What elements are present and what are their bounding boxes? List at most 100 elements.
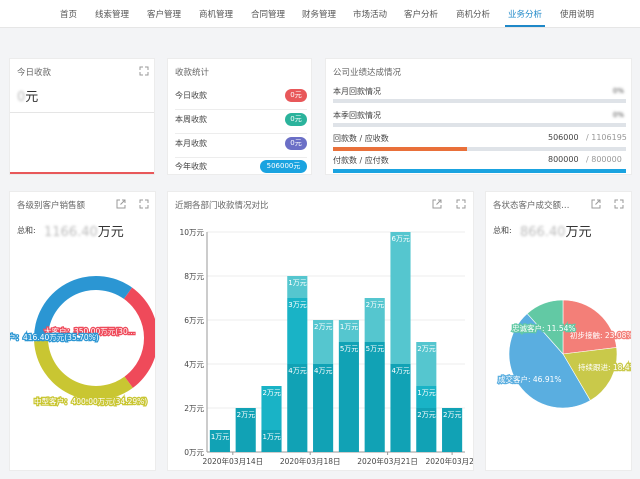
perf-fill-receivable [333,147,467,151]
y-tick-label: 10万元 [179,228,204,237]
bar-data-label: 1万元 [211,433,229,441]
donut-slice-label: 中型客户：400.00万元(34.29%) [34,396,147,406]
panel-title: 各级别客户销售额 [17,201,86,211]
nav-item-home[interactable]: 首页 [60,8,77,20]
nav-item-contracts[interactable]: 合同管理 [251,8,285,20]
perf-track-quarter [333,123,626,127]
income-stats-panel: 收款统计 今日收款 0元 本周收款 0元 本月收款 0元 今年收款 506000… [167,58,312,175]
nav-item-marketing[interactable]: 市场活动 [353,8,387,20]
pie-slice-label: 成交客户: 46.91% [498,374,562,384]
panel-title: 收款统计 [175,68,210,78]
stat-label-week: 本周收款 [175,115,207,124]
perf-value-quarter: 0% [612,111,624,119]
divider [175,109,307,110]
bar-segment [313,364,334,452]
y-tick-label: 6万元 [184,316,204,325]
dept-comparison-panel: 近期各部门收款情况对比 0万元 2万元 4万元 6万元 8万元 10万元 1万元 2万元 1万元… [167,191,474,471]
expand-icon[interactable] [139,199,149,209]
level-donut-chart: 大客户：350.00万元(30…中型客户：400.00万元(34.29%)户：4… [10,276,155,407]
stat-pill-week: 0元 [285,113,307,126]
top-nav: 首页 线索管理 客户管理 商机管理 合同管理 财务管理 市场活动 客户分析 商机… [0,0,640,28]
x-tick-label: 2020年03月14日 [202,456,263,466]
stat-pill-month: 0元 [285,137,307,150]
donut-slice [123,287,155,388]
bar-data-label: 2万元 [443,411,461,419]
pie-slice-label: 忠诚客户: 11.54% [512,323,576,333]
x-tick-label: 2020年03月18日 [280,456,341,466]
donut-slice [34,340,133,400]
perf-total-payable: / 800000 [586,155,622,164]
perf-fill-payable [333,169,626,173]
bar-data-label: 2万元 [417,411,435,419]
divider [175,157,307,158]
unit: 元 [25,90,39,105]
bar-segment [390,364,411,452]
divider [175,133,307,134]
bar-data-label: 1万元 [262,433,280,441]
total-value: 866.40万元 [520,221,592,240]
expand-icon[interactable] [139,66,149,76]
panel-title: 各状态客户成交额… [493,201,570,211]
stat-pill-year: 506000元 [260,160,307,173]
bar-data-label: 2万元 [366,301,384,309]
masked-amount: 0 [17,90,26,105]
unit: 万元 [97,225,124,240]
bar-data-label: 4万元 [288,367,306,375]
dept-bar-chart: 0万元 2万元 4万元 6万元 8万元 10万元 1万元 2万元 1万元 2万元 4万元 3万元 1万元… [179,228,474,466]
panel-title: 公司业绩达成情况 [333,68,402,78]
bar-data-label: 3万元 [288,301,306,309]
panel-title: 今日收款 [17,68,52,78]
donut-slice-label: 户：416.40万元(35.70%) [10,332,99,342]
share-icon[interactable] [116,199,126,209]
perf-value-receivable: 506000 [548,133,579,142]
masked-amount: 1166.40 [44,225,98,240]
total-label: 总和: [493,226,512,235]
bar-data-label: 6万元 [391,235,409,243]
x-tick-label: 2020年03月24 [426,456,474,466]
pie-slice-label: 初步接触: 23.08% [570,330,632,340]
nav-item-opportunity-analysis[interactable]: 商机分析 [456,8,490,20]
performance-panel: 公司业绩达成情况 本月回款情况 0% 本季回款情况 0% 回款数 / 应收数 5… [325,58,632,175]
stat-label-month: 本月收款 [175,139,207,148]
bar-data-label: 4万元 [391,367,409,375]
stat-label-year: 今年收款 [175,162,207,171]
bar-data-label: 1万元 [417,389,435,397]
bar-data-label: 4万元 [314,367,332,375]
perf-label-payable: 付款数 / 应付数 [333,156,389,165]
nav-item-customer-analysis[interactable]: 客户分析 [404,8,438,20]
expand-icon[interactable] [614,199,624,209]
bar-segment [364,342,385,452]
nav-item-business-analysis[interactable]: 业务分析 [508,8,542,20]
nav-item-opportunities[interactable]: 商机管理 [199,8,233,20]
divider [10,112,154,113]
total-value: 1166.40万元 [44,221,124,240]
stat-pill-today: 0元 [285,89,307,102]
pie-slice-label: 持续跟进: 18.47% [578,362,632,372]
bar-segment [390,232,411,364]
y-tick-label: 0万元 [184,448,204,457]
masked-amount: 866.40 [520,225,566,240]
perf-label-quarter: 本季回款情况 [333,111,381,120]
bar-segment [287,364,308,452]
y-tick-label: 8万元 [184,272,204,281]
bar-data-label: 2万元 [314,323,332,331]
unit: 万元 [565,225,592,240]
bar-data-label: 2万元 [417,345,435,353]
y-tick-label: 4万元 [184,360,204,369]
share-icon[interactable] [591,199,601,209]
total-label: 总和: [17,226,36,235]
x-tick-label: 2020年03月21日 [357,456,418,466]
nav-item-customers[interactable]: 客户管理 [147,8,181,20]
nav-item-help[interactable]: 使用说明 [560,8,594,20]
nav-item-finance[interactable]: 财务管理 [302,8,336,20]
nav-item-leads[interactable]: 线索管理 [95,8,129,20]
perf-track-month [333,99,626,103]
status-pie-chart: 初步接触: 23.08% 持续跟进: 18.47% 成交客户: 46.91% 忠诚客户… [497,299,632,409]
bar-data-label: 2万元 [237,411,255,419]
nav-active-indicator [505,25,545,27]
perf-value-payable: 800000 [548,155,579,164]
bar-data-label: 2万元 [262,389,280,397]
perf-value-month: 0% [612,87,624,95]
stat-label-today: 今日收款 [175,91,207,100]
status-deal-panel: 各状态客户成交额… 总和: 866.40万元 初步接触: 23.08% 持续跟进:… [485,191,632,471]
